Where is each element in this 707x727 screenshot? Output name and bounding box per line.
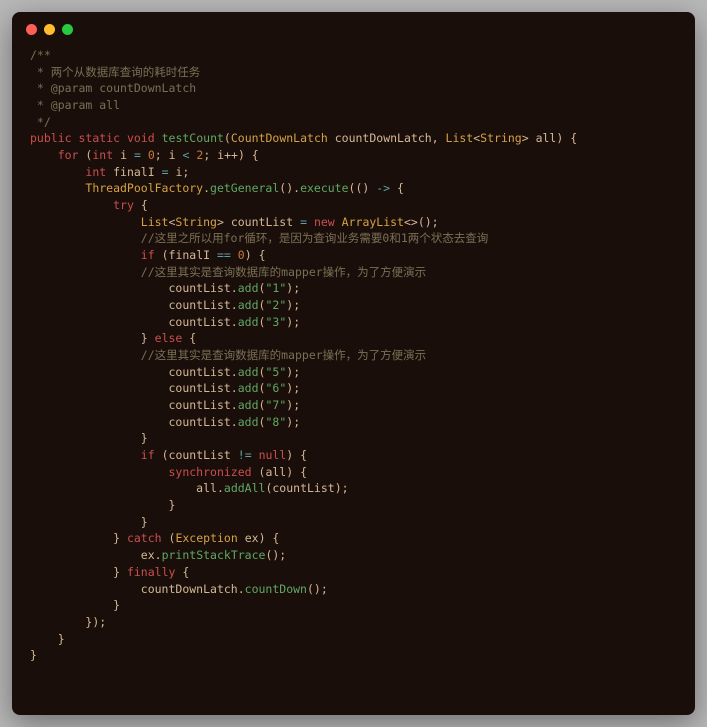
var-name: finalI bbox=[113, 165, 155, 179]
window-titlebar bbox=[12, 12, 695, 41]
var-ref: countList bbox=[168, 281, 230, 295]
kw-int: int bbox=[92, 148, 113, 162]
comment-line: //这里其实是查询数据库的mapper操作，为了方便演示 bbox=[141, 265, 426, 279]
var-ref: all bbox=[196, 481, 217, 495]
method-call: add bbox=[238, 365, 259, 379]
var-ref: countList bbox=[168, 415, 230, 429]
method-call: add bbox=[238, 315, 259, 329]
javadoc-line: * 两个从数据库查询的耗时任务 bbox=[30, 65, 200, 79]
kw-static: static bbox=[78, 131, 120, 145]
kw-synchronized: synchronized bbox=[168, 465, 251, 479]
kw-for: for bbox=[58, 148, 79, 162]
var-ref: countList bbox=[168, 398, 230, 412]
kw-try: try bbox=[113, 198, 134, 212]
comment-line: //这里其实是查询数据库的mapper操作，为了方便演示 bbox=[141, 348, 426, 362]
str-lit: 6 bbox=[272, 381, 279, 395]
method-call: getGeneral bbox=[210, 181, 279, 195]
kw-null: null bbox=[259, 448, 287, 462]
method-call: add bbox=[238, 398, 259, 412]
var-ref: countList bbox=[169, 448, 231, 462]
num-literal: 0 bbox=[148, 148, 155, 162]
var-ref: countList bbox=[272, 481, 334, 495]
var-ref: ex bbox=[141, 548, 155, 562]
method-call: countDown bbox=[245, 582, 307, 596]
comment-line: //这里之所以用for循环，是因为查询业务需要0和1两个状态去查询 bbox=[141, 231, 488, 245]
method-call: execute bbox=[300, 181, 348, 195]
var-ref: finalI bbox=[169, 248, 211, 262]
generic-type: String bbox=[175, 215, 217, 229]
javadoc-line: * @param all bbox=[30, 98, 120, 112]
param-type: List bbox=[446, 131, 474, 145]
kw-finally: finally bbox=[127, 565, 175, 579]
param-type: CountDownLatch bbox=[231, 131, 328, 145]
loop-inc: i++ bbox=[217, 148, 238, 162]
method-call: addAll bbox=[224, 481, 266, 495]
kw-void: void bbox=[127, 131, 155, 145]
code-window: /** * 两个从数据库查询的耗时任务 * @param countDownLa… bbox=[12, 12, 695, 715]
param-name: countDownLatch bbox=[335, 131, 432, 145]
loop-var: i bbox=[120, 148, 127, 162]
str-lit: 3 bbox=[272, 315, 279, 329]
generic-type: String bbox=[480, 131, 522, 145]
var-ref: all bbox=[265, 465, 286, 479]
var-ref: countDownLatch bbox=[141, 582, 238, 596]
method-call: add bbox=[238, 381, 259, 395]
var-ref: countList bbox=[168, 315, 230, 329]
var-ref: countList bbox=[168, 365, 230, 379]
param-name: all bbox=[536, 131, 557, 145]
exc-type: Exception bbox=[175, 531, 237, 545]
javadoc-line: * @param countDownLatch bbox=[30, 81, 196, 95]
str-lit: 7 bbox=[272, 398, 279, 412]
class-ref: ThreadPoolFactory bbox=[85, 181, 203, 195]
ctor: ArrayList bbox=[342, 215, 404, 229]
var-ref: countList bbox=[168, 298, 230, 312]
str-lit: 8 bbox=[272, 415, 279, 429]
minimize-icon[interactable] bbox=[44, 24, 55, 35]
str-lit: 2 bbox=[272, 298, 279, 312]
code-block: /** * 两个从数据库查询的耗时任务 * @param countDownLa… bbox=[12, 41, 695, 682]
exc-name: ex bbox=[245, 531, 259, 545]
kw-if: if bbox=[141, 248, 155, 262]
method-call: add bbox=[238, 281, 259, 295]
kw-int: int bbox=[85, 165, 106, 179]
kw-public: public bbox=[30, 131, 72, 145]
kw-catch: catch bbox=[127, 531, 162, 545]
str-lit: 5 bbox=[272, 365, 279, 379]
method-call: printStackTrace bbox=[162, 548, 266, 562]
method-call: add bbox=[238, 415, 259, 429]
javadoc-line: /** bbox=[30, 48, 51, 62]
method-name: testCount bbox=[162, 131, 224, 145]
var-name: countList bbox=[231, 215, 293, 229]
javadoc-line: */ bbox=[30, 115, 51, 129]
num-literal: 0 bbox=[238, 248, 245, 262]
type-ref: List bbox=[141, 215, 169, 229]
maximize-icon[interactable] bbox=[62, 24, 73, 35]
method-call: add bbox=[238, 298, 259, 312]
kw-new: new bbox=[314, 215, 335, 229]
kw-if: if bbox=[141, 448, 155, 462]
kw-else: else bbox=[155, 331, 183, 345]
close-icon[interactable] bbox=[26, 24, 37, 35]
str-lit: 1 bbox=[272, 281, 279, 295]
var-ref: countList bbox=[168, 381, 230, 395]
